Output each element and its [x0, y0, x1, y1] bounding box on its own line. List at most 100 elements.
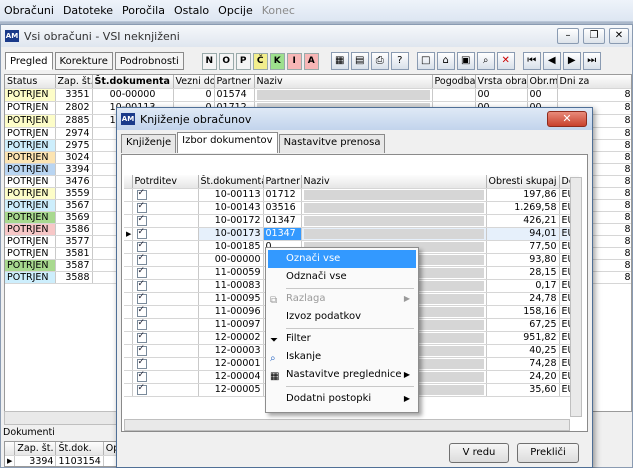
status-button-1[interactable]: O — [218, 52, 234, 70]
table-row[interactable]: ▶ 3394 1103154 — [5, 455, 116, 466]
dialog-col-0[interactable]: Potrditev — [132, 175, 199, 189]
main-col-6[interactable]: Pogodba — [432, 75, 476, 89]
status-button-0[interactable]: N — [201, 52, 217, 70]
dialog-horizontal-scrollbar[interactable] — [124, 419, 570, 431]
main-col-2[interactable]: Št.dokumenta ▲ — [92, 75, 174, 89]
table-row[interactable]: 10-0011301712197,86EU — [124, 188, 579, 202]
confirm-checkbox[interactable] — [136, 305, 147, 317]
dialog-col-3[interactable]: Naziv — [301, 175, 487, 189]
dialog-col-2[interactable]: Partner — [263, 175, 302, 189]
horizontal-scrollbar[interactable] — [4, 411, 117, 425]
confirm-checkbox[interactable] — [136, 357, 147, 369]
confirm-checkbox[interactable] — [136, 188, 147, 200]
menu-item-dodatni-postopki[interactable]: Dodatni postopki ▶ — [268, 390, 416, 408]
main-col-8[interactable]: Obr.m. — [527, 75, 558, 89]
confirm-checkbox[interactable] — [136, 201, 147, 213]
menu-separator — [286, 328, 414, 329]
restore-button[interactable]: ❐ — [583, 28, 605, 44]
close-button[interactable]: ✕ — [609, 28, 629, 44]
table-row[interactable]: ▶10-001730134794,01EU — [124, 227, 579, 241]
main-col-7[interactable]: Vrsta obrač. — [475, 75, 528, 89]
tab-podrobnosti[interactable]: Podrobnosti — [114, 52, 184, 70]
tool-chart-icon[interactable]: ▤ — [350, 52, 369, 70]
menu-item-nastavitve-preglednice[interactable]: ▦ Nastavitve preglednice ▶ — [268, 366, 416, 384]
table-row[interactable]: 10-0017201347426,21EU — [124, 214, 579, 228]
confirm-checkbox[interactable] — [136, 214, 147, 226]
menu-obracuni[interactable]: Obračuni — [4, 4, 54, 17]
menu-ostalo[interactable]: Ostalo — [174, 4, 209, 17]
menu-item-filter[interactable]: ⏷ Filter — [268, 330, 416, 348]
app-logo-icon: AM — [5, 30, 19, 42]
tab-knjizenje[interactable]: Knjiženje — [121, 134, 177, 153]
main-col-1[interactable]: Zap. št. — [55, 75, 93, 89]
dialog-title: Knjiženje obračunov — [140, 112, 252, 126]
tool-print-icon[interactable]: ⎙ — [370, 52, 389, 70]
delete-icon[interactable]: ✕ — [496, 52, 515, 70]
documents-grid: Zap. št. Št.dok. Op ▶ 3394 1103154 — [4, 441, 117, 467]
confirm-checkbox[interactable] — [136, 227, 147, 239]
dialog-close-button[interactable]: ✕ — [547, 111, 587, 127]
dialog-col-4[interactable]: Obresti skupaj — [486, 175, 560, 189]
confirm-checkbox[interactable] — [136, 292, 147, 304]
dialog-vertical-scrollbar[interactable] — [570, 177, 582, 417]
minimize-button[interactable]: – — [557, 28, 579, 44]
menu-item-iskanje[interactable]: ⌕ Iskanje — [268, 348, 416, 366]
status-button-6[interactable]: A — [303, 52, 319, 70]
menu-datoteke[interactable]: Datoteke — [63, 4, 113, 17]
doc-col-op[interactable]: Op — [103, 442, 116, 456]
help-icon[interactable]: ? — [390, 52, 409, 70]
dialog-col-1[interactable]: Št.dokumenta — [198, 175, 264, 189]
status-button-4[interactable]: K — [269, 52, 285, 70]
menu-porocila[interactable]: Poročila — [122, 4, 165, 17]
table-row[interactable]: 10-00143035161.269,58EU — [124, 201, 579, 215]
dialog-logo-icon: AM — [121, 113, 135, 125]
next-record-icon[interactable]: ▶ — [562, 52, 581, 70]
confirm-checkbox[interactable] — [136, 240, 147, 252]
main-col-0[interactable]: Status — [5, 75, 56, 89]
tab-korekture[interactable]: Korekture — [54, 52, 113, 70]
search-tool-icon[interactable]: ⌕ — [476, 52, 495, 70]
menu-item-oznaci-vse[interactable]: Označi vse — [268, 250, 416, 268]
doc-col-zap[interactable]: Zap. št. — [14, 442, 57, 456]
prev-record-icon[interactable]: ◀ — [542, 52, 561, 70]
menu-item-izvoz-podatkov[interactable]: Izvoz podatkov — [268, 308, 416, 326]
confirm-checkbox[interactable] — [136, 370, 147, 382]
confirm-checkbox[interactable] — [136, 344, 147, 356]
menu-bar: Obračuni Datoteke Poročila Ostalo Opcije… — [0, 0, 633, 22]
save-icon[interactable]: ▣ — [456, 52, 475, 70]
status-button-2[interactable]: P — [235, 52, 251, 70]
main-col-9[interactable]: Dni za — [557, 75, 631, 89]
table-row[interactable]: POTRJEN 3351 00-00000 0 01574 00 00 8 — [5, 88, 631, 102]
status-button-5[interactable]: I — [286, 52, 302, 70]
confirm-checkbox[interactable] — [136, 279, 147, 291]
tool-calc-icon[interactable]: ▦ — [330, 52, 349, 70]
dialog-grid-header: Potrditev Št.dokumenta Partner Naziv Obresti… — [124, 175, 579, 189]
main-col-5[interactable]: Naziv — [254, 75, 433, 89]
main-col-4[interactable]: Partner — [214, 75, 255, 89]
tab-izbor-dokumentov[interactable]: Izbor dokumentov — [177, 132, 278, 153]
cancel-button[interactable]: Prekliči — [517, 443, 579, 463]
first-record-icon[interactable]: ⏮ — [522, 52, 541, 70]
doc-col-dok[interactable]: Št.dok. — [55, 442, 104, 456]
confirm-checkbox[interactable] — [136, 266, 147, 278]
tab-nastavitve-prenosa[interactable]: Nastavitve prenosa — [278, 134, 386, 153]
menu-konec[interactable]: Konec — [262, 4, 295, 17]
menu-item-razlaga[interactable]: ⧉ Razlaga ▶ — [268, 290, 416, 308]
new-document-icon[interactable]: □ — [416, 52, 435, 70]
status-button-3[interactable]: Č — [252, 52, 268, 70]
window-title: Vsi obračuni - VSI neknjiženi — [24, 29, 180, 43]
tab-pregled[interactable]: Pregled — [5, 52, 53, 70]
ok-button[interactable]: V redu — [449, 443, 509, 463]
toolbar: Pregled Korekture Podrobnosti NOPČKIA ▦ … — [1, 49, 632, 73]
last-record-icon[interactable]: ⏭ — [582, 52, 601, 70]
confirm-checkbox[interactable] — [136, 253, 147, 265]
menu-opcije[interactable]: Opcije — [218, 4, 253, 17]
open-folder-icon[interactable]: ⌂ — [436, 52, 455, 70]
confirm-checkbox[interactable] — [136, 383, 147, 395]
menu-item-odznaci-vse[interactable]: Odznači vse — [268, 268, 416, 286]
main-col-3[interactable]: Vezni dok. — [173, 75, 215, 89]
main-grid-header: StatusZap. št.Št.dokumenta ▲Vezni dok.Pa… — [5, 75, 631, 89]
confirm-checkbox[interactable] — [136, 331, 147, 343]
grid-settings-icon: ▦ — [270, 371, 280, 382]
confirm-checkbox[interactable] — [136, 318, 147, 330]
